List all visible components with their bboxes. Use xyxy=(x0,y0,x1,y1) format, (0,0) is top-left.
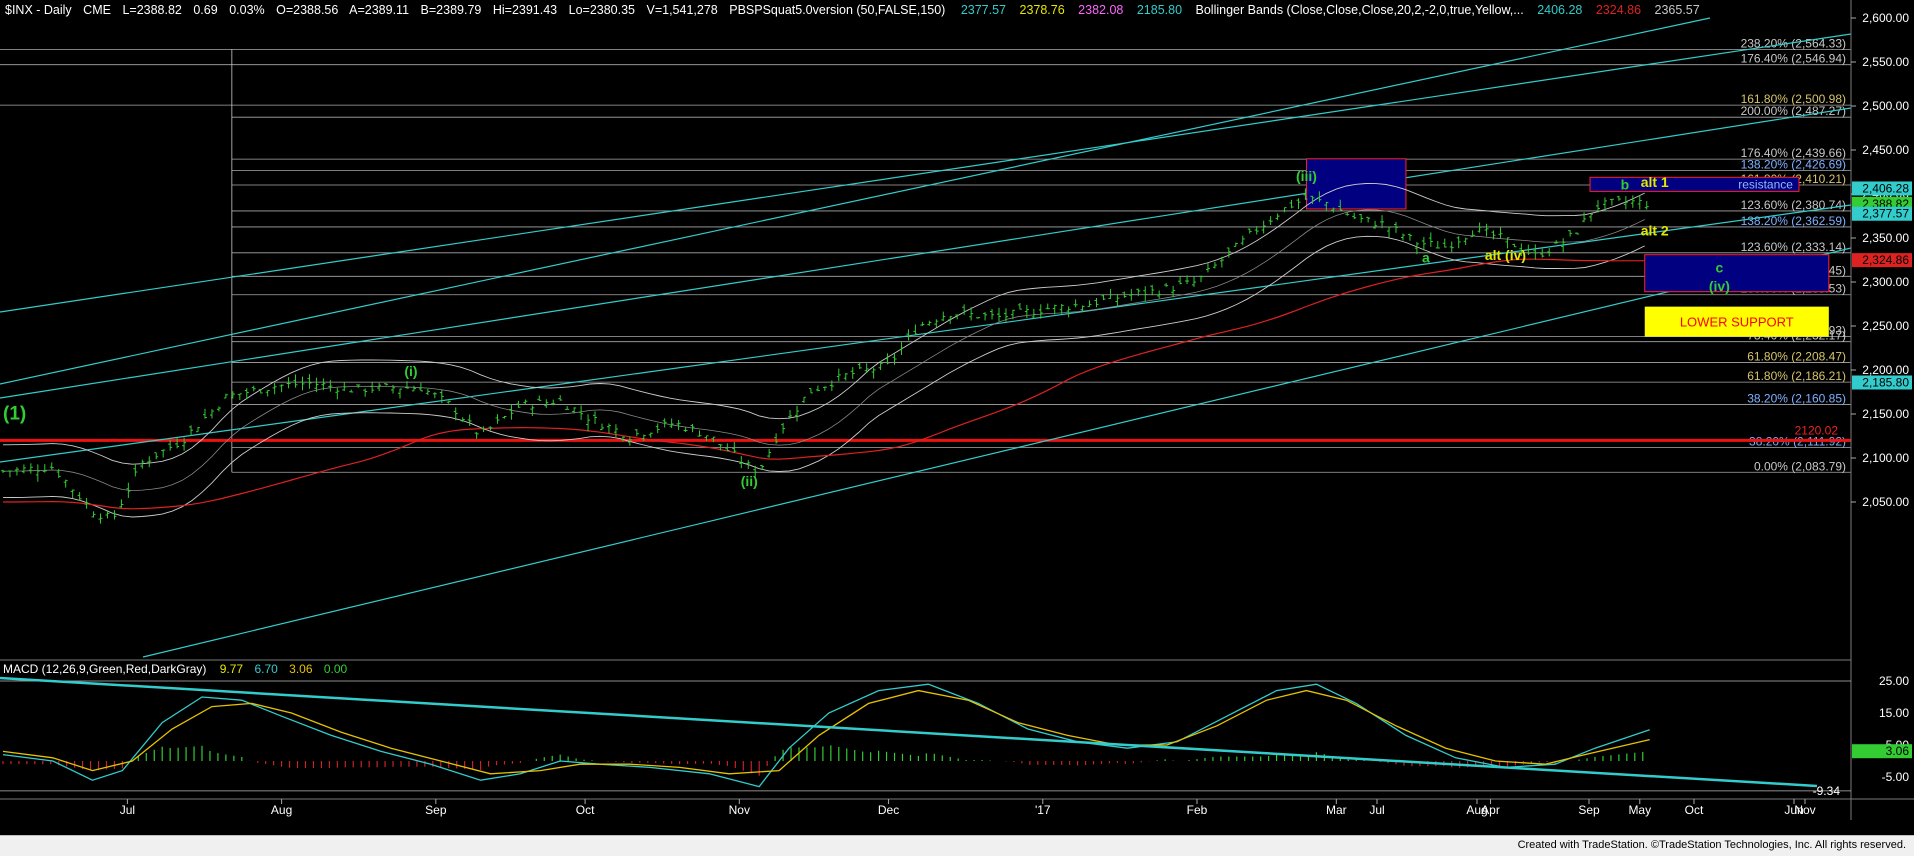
fib-label: 138.20% (2,426.69) xyxy=(1741,158,1846,172)
footer-credit: Created with TradeStation. ©TradeStation… xyxy=(1517,839,1906,851)
macd-v1: 9.77 xyxy=(220,662,244,676)
macd-tick-label: 25.00 xyxy=(1879,674,1909,688)
price-tick-label: 2,500.00 xyxy=(1862,99,1909,113)
price-tag-label: 2,324.86 xyxy=(1862,253,1909,267)
time-tick-label: Nov xyxy=(729,803,750,817)
price-tick-label: 2,100.00 xyxy=(1862,451,1909,465)
fib-label: 176.40% (2,546.94) xyxy=(1741,52,1846,66)
wave-label: (ii) xyxy=(741,473,758,489)
wave-label: (iii) xyxy=(1296,168,1317,184)
header-exchange: CME xyxy=(83,3,111,17)
time-tick-label: Jul xyxy=(1369,803,1384,817)
macd-label: MACD (12,26,9,Green,Red,DarkGray) xyxy=(3,662,206,676)
macd-tag-label: 3.06 xyxy=(1886,744,1910,758)
header-bb-v1: 2406.28 xyxy=(1537,3,1582,17)
header-symbol: $INX - Daily xyxy=(5,3,72,17)
header-bid: B=2389.79 xyxy=(421,3,482,17)
macd-tick-label: -5.00 xyxy=(1882,770,1910,784)
iv-box xyxy=(1644,254,1830,293)
fib-label: 138.20% (2,362.59) xyxy=(1741,214,1846,228)
price-tick-label: 2,150.00 xyxy=(1862,407,1909,421)
wave-label: a xyxy=(1422,250,1430,266)
time-tick-label: May xyxy=(1628,803,1651,817)
price-tag-label: 2,406.28 xyxy=(1862,181,1909,195)
fib-label: 123.60% (2,380.74) xyxy=(1741,198,1846,212)
price-chart: 238.20% (2,564.33)176.40% (2,546.94)161.… xyxy=(0,0,1914,836)
time-tick-label: Aug xyxy=(1466,803,1487,817)
support-label: 2120.02 xyxy=(1795,423,1839,437)
wave-label: (iv) xyxy=(1709,278,1730,294)
macd-trend-value: -9.34 xyxy=(1813,784,1841,798)
header-high: Hi=2391.43 xyxy=(493,3,557,17)
header-open: O=2388.56 xyxy=(276,3,338,17)
fib-label: 61.80% (2,186.21) xyxy=(1747,369,1846,383)
wave-label: alt (iv) xyxy=(1485,247,1526,263)
header-ind-v4: 2185.80 xyxy=(1137,3,1182,17)
status-bar: Created with TradeStation. ©TradeStation… xyxy=(0,835,1914,856)
price-tick-label: 2,350.00 xyxy=(1862,231,1909,245)
lower-support-label: LOWER SUPPORT xyxy=(1680,315,1794,330)
price-tick-label: 2,050.00 xyxy=(1862,495,1909,509)
time-tick-label: Mar xyxy=(1326,803,1347,817)
time-tick-label: Sep xyxy=(425,803,447,817)
time-tick-label: Oct xyxy=(1685,803,1704,817)
time-tick-label: Dec xyxy=(878,803,899,817)
wave-label: alt 1 xyxy=(1641,174,1669,190)
header-bb-v3: 2365.57 xyxy=(1655,3,1700,17)
time-tick-label: Oct xyxy=(576,803,595,817)
time-tick-label: Feb xyxy=(1187,803,1208,817)
header-change: 0.69 xyxy=(193,3,217,17)
time-tick-label: Aug xyxy=(271,803,292,817)
header-low: Lo=2380.35 xyxy=(569,3,635,17)
header-volume: V=1,541,278 xyxy=(647,3,718,17)
price-tick-label: 2,300.00 xyxy=(1862,275,1909,289)
price-tick-label: 2,450.00 xyxy=(1862,143,1909,157)
fib-label: 38.20% (2,160.85) xyxy=(1747,391,1846,405)
price-tick-label: 2,550.00 xyxy=(1862,55,1909,69)
price-tag-label: 2,377.57 xyxy=(1862,207,1909,221)
fib-label: 0.00% (2,083.79) xyxy=(1754,459,1846,473)
wave-label: alt 2 xyxy=(1641,222,1669,238)
header-ind-v2: 2378.76 xyxy=(1020,3,1065,17)
fib-label: 123.60% (2,333.14) xyxy=(1741,240,1846,254)
header-ind-v1: 2377.57 xyxy=(961,3,1006,17)
header-bollinger: Bollinger Bands (Close,Close,Close,20,2,… xyxy=(1196,3,1524,17)
chart-header: $INX - Daily CME L=2388.82 0.69 0.03% O=… xyxy=(5,3,1700,17)
resistance-box-label: resistance xyxy=(1738,177,1793,191)
header-ind-v3: 2382.08 xyxy=(1078,3,1123,17)
header-bb-v2: 2324.86 xyxy=(1596,3,1641,17)
header-last: L=2388.82 xyxy=(122,3,181,17)
macd-tick-label: 15.00 xyxy=(1879,706,1909,720)
wave-label: c xyxy=(1715,259,1723,275)
macd-v4: 0.00 xyxy=(324,662,348,676)
fib-label: 61.80% (2,208.47) xyxy=(1747,350,1846,364)
header-ask: A=2389.11 xyxy=(349,3,409,17)
time-tick-label: Sep xyxy=(1578,803,1600,817)
time-tick-label: Nov xyxy=(1794,803,1815,817)
macd-v2: 6.70 xyxy=(254,662,278,676)
price-tag-label: 2,185.80 xyxy=(1862,375,1909,389)
chart-window: 238.20% (2,564.33) 176.40% (2,546.94) 161.… xyxy=(0,0,1914,856)
macd-header: MACD (12,26,9,Green,Red,DarkGray) 9.77 6… xyxy=(3,662,348,676)
time-tick-label: '17 xyxy=(1035,803,1051,817)
macd-v3: 3.06 xyxy=(289,662,313,676)
time-tick-label: Jul xyxy=(120,803,135,817)
header-change-pct: 0.03% xyxy=(229,3,264,17)
price-tick-label: 2,250.00 xyxy=(1862,319,1909,333)
wave-label: b xyxy=(1621,177,1630,193)
price-tick-label: 2,600.00 xyxy=(1862,11,1909,25)
wave-label: (1) xyxy=(3,403,26,424)
wave-label: (i) xyxy=(404,363,417,379)
header-indicator: PBSPSquat5.0version (50,FALSE,150) xyxy=(729,3,945,17)
